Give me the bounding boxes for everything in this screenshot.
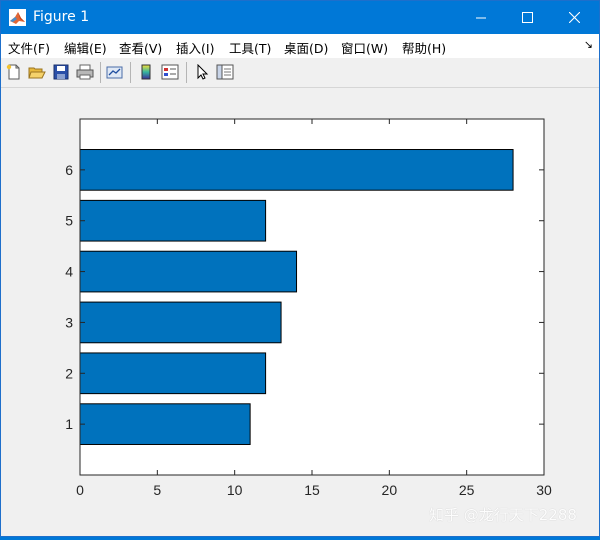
minimize-button[interactable]	[458, 1, 504, 34]
figure-canvas[interactable]: 0 5 10 15 20 25 30 1 2 3 4 5 6	[1, 88, 599, 536]
x-tick-label: 5	[153, 482, 161, 498]
insert-colorbar-icon	[141, 64, 151, 80]
bar-5[interactable]	[79, 199, 267, 242]
insert-legend-icon	[161, 64, 179, 80]
figure-window: Figure 1 文件(F) 编辑(E) 查看(V) 插入(I) 工具(T) 桌…	[0, 0, 600, 537]
insert-legend-button[interactable]	[160, 62, 180, 82]
menu-view[interactable]: 查看(V)	[119, 38, 162, 57]
toolbar-separator	[130, 62, 131, 83]
toolbar	[1, 58, 599, 88]
x-tick-label: 20	[382, 482, 398, 498]
bar-3[interactable]	[79, 301, 282, 344]
menu-help[interactable]: 帮助(H)	[402, 38, 446, 57]
property-inspector-icon	[216, 64, 234, 80]
bar-6[interactable]	[79, 149, 514, 191]
y-tick-label: 6	[65, 162, 73, 178]
link-plot-button[interactable]	[105, 62, 125, 82]
window-title: Figure 1	[33, 9, 90, 25]
y-tick-label: 5	[65, 213, 73, 229]
close-icon	[568, 12, 580, 23]
x-tick-label: 25	[459, 482, 475, 498]
watermark-text: 知乎 @龙行天下2288	[429, 506, 577, 524]
toolbar-separator	[100, 62, 101, 83]
print-icon	[76, 64, 94, 80]
new-figure-button[interactable]	[4, 62, 24, 82]
print-button[interactable]	[75, 62, 95, 82]
maximize-button[interactable]	[504, 1, 550, 34]
menu-bar: 文件(F) 编辑(E) 查看(V) 插入(I) 工具(T) 桌面(D) 窗口(W…	[1, 34, 599, 58]
link-plot-icon	[106, 66, 123, 79]
y-tick-label: 4	[65, 264, 73, 280]
edit-plot-arrow-icon	[197, 64, 209, 80]
y-tick-label: 3	[65, 314, 73, 330]
menu-edit[interactable]: 编辑(E)	[64, 38, 107, 57]
edit-plot-button[interactable]	[192, 62, 212, 82]
bar-2[interactable]	[79, 352, 267, 395]
y-tick-label: 2	[65, 365, 73, 381]
menu-insert[interactable]: 插入(I)	[176, 38, 214, 57]
close-button[interactable]	[551, 1, 597, 34]
minimize-icon	[475, 17, 486, 19]
property-inspector-button[interactable]	[215, 62, 235, 82]
toolbar-separator	[186, 62, 187, 83]
matlab-logo-icon	[9, 9, 26, 26]
insert-colorbar-button[interactable]	[136, 62, 156, 82]
menu-window[interactable]: 窗口(W)	[341, 38, 388, 57]
menu-desktop[interactable]: 桌面(D)	[284, 38, 328, 57]
save-button[interactable]	[51, 62, 71, 82]
bar-4[interactable]	[79, 250, 298, 293]
x-tick-label: 30	[536, 482, 552, 498]
maximize-icon	[521, 12, 533, 23]
x-tick-label: 15	[304, 482, 320, 498]
x-tick-label: 10	[227, 482, 243, 498]
bar-1[interactable]	[79, 403, 251, 445]
open-file-button[interactable]	[27, 62, 47, 82]
y-tick-label: 1	[65, 416, 73, 432]
new-figure-icon	[6, 64, 20, 80]
open-file-icon	[28, 67, 46, 79]
x-tick-label: 0	[76, 482, 84, 498]
menu-file[interactable]: 文件(F)	[8, 38, 50, 57]
menu-tools[interactable]: 工具(T)	[229, 38, 271, 57]
dock-arrow-icon[interactable]: ↘	[584, 38, 593, 51]
plot-svg: 0 5 10 15 20 25 30 1 2 3 4 5 6	[65, 118, 552, 498]
title-bar[interactable]: Figure 1	[1, 1, 599, 34]
save-icon	[53, 64, 69, 80]
